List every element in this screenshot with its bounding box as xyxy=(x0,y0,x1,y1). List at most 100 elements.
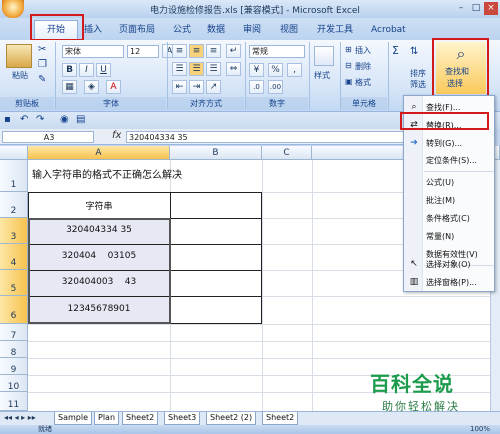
row-header-2[interactable]: 2 xyxy=(0,192,28,218)
undo-icon[interactable]: ↶ xyxy=(20,114,28,125)
increase-indent-icon[interactable]: ⇥ xyxy=(189,80,204,94)
close-button[interactable]: × xyxy=(484,2,498,15)
style-icon[interactable] xyxy=(314,46,334,66)
row-header-8[interactable]: 8 xyxy=(0,341,28,358)
sheet-tab-sheet2-copy[interactable]: Sheet2 (2) xyxy=(206,412,257,425)
menu-item-formulas[interactable]: 公式(U) xyxy=(404,173,494,192)
fx-label[interactable]: fx xyxy=(112,130,121,141)
sheet-tab-sheet2[interactable]: Sheet2 xyxy=(122,412,159,425)
currency-icon[interactable]: ¥ xyxy=(249,63,264,77)
save-icon[interactable]: ▪ xyxy=(4,114,11,125)
maximize-button[interactable]: □ xyxy=(469,2,483,15)
font-color-icon[interactable]: A xyxy=(106,80,121,94)
row-header-7[interactable]: 7 xyxy=(0,324,28,341)
borders-icon[interactable]: ▦ xyxy=(62,80,77,94)
sheet-tab-sheet2-b[interactable]: Sheet2 xyxy=(262,412,299,425)
tab-view[interactable]: 视图 xyxy=(280,22,298,38)
office-button[interactable] xyxy=(2,0,24,18)
insert-cells-button[interactable]: 插入 xyxy=(355,45,371,56)
row-header-3[interactable]: 3 xyxy=(0,218,28,244)
select-all-corner[interactable] xyxy=(0,146,28,160)
decrease-decimal-icon[interactable]: .00 xyxy=(268,80,283,94)
menu-item-replace[interactable]: ⇄ 替换(R)... xyxy=(404,116,494,135)
align-middle-icon[interactable]: ≡ xyxy=(189,44,204,58)
tab-developer[interactable]: 开发工具 xyxy=(317,22,353,38)
format-cells-icon[interactable]: ▣ xyxy=(345,77,353,86)
align-top-icon[interactable]: ≡ xyxy=(172,44,187,58)
menu-item-conditional-format[interactable]: 条件格式(C) xyxy=(404,209,494,228)
copy-icon[interactable]: ❐ xyxy=(38,59,47,70)
align-left-icon[interactable]: ☰ xyxy=(172,62,187,76)
row-header-11[interactable]: 11 xyxy=(0,392,28,411)
delete-cells-icon[interactable]: ⊟ xyxy=(345,61,352,70)
cell-a6[interactable]: 12345678901 xyxy=(28,304,170,314)
print-preview-icon[interactable]: ◉ xyxy=(60,114,69,125)
tab-review[interactable]: 审阅 xyxy=(243,22,261,38)
name-box[interactable]: A3 xyxy=(2,131,94,143)
align-center-icon[interactable]: ☰ xyxy=(189,62,204,76)
tab-page-layout[interactable]: 页面布局 xyxy=(119,22,155,38)
tab-data[interactable]: 数据 xyxy=(207,22,225,38)
align-bottom-icon[interactable]: ≡ xyxy=(206,44,221,58)
insert-cells-icon[interactable]: ⊞ xyxy=(345,45,352,54)
sort-filter-label-2[interactable]: 筛选 xyxy=(410,79,426,90)
row-header-4[interactable]: 4 xyxy=(0,244,28,270)
menu-item-find[interactable]: ⌕ 查找(F)... xyxy=(404,98,494,117)
italic-button[interactable]: I xyxy=(79,63,94,77)
row-header-5[interactable]: 5 xyxy=(0,270,28,296)
align-right-icon[interactable]: ☰ xyxy=(206,62,221,76)
cell-a2-header[interactable]: 字符串 xyxy=(28,199,170,212)
column-header-b[interactable]: B xyxy=(170,146,262,160)
sheet-nav-arrows-icon[interactable]: ◂◂ ◂ ▸ ▸▸ xyxy=(4,413,36,422)
find-select-button[interactable]: ⌕ 查找和 选择 xyxy=(436,42,486,94)
menu-item-selection-pane[interactable]: ▥ 选择窗格(P)... xyxy=(404,273,494,292)
paste-icon[interactable] xyxy=(6,44,32,68)
number-format-select[interactable]: 常规 xyxy=(249,45,305,58)
merge-center-icon[interactable]: ⇔ xyxy=(226,62,241,76)
cut-icon[interactable]: ✂ xyxy=(38,44,46,55)
column-header-a[interactable]: A xyxy=(28,146,170,160)
sheet-tab-sheet3[interactable]: Sheet3 xyxy=(164,412,201,425)
redo-icon[interactable]: ↷ xyxy=(36,114,44,125)
font-size-select[interactable]: 12 xyxy=(127,45,159,58)
row-header-9[interactable]: 9 xyxy=(0,358,28,375)
decrease-indent-icon[interactable]: ⇤ xyxy=(172,80,187,94)
comma-button[interactable]: , xyxy=(287,63,302,77)
font-name-select[interactable]: 宋体 xyxy=(62,45,124,58)
wrap-text-icon[interactable]: ↵ xyxy=(226,44,241,58)
row-header-1[interactable]: 1 xyxy=(0,160,28,192)
underline-button[interactable]: U xyxy=(96,63,111,77)
percent-button[interactable]: % xyxy=(268,63,283,77)
column-header-c[interactable]: C xyxy=(262,146,312,160)
sheet-tab-plan[interactable]: Plan xyxy=(94,412,120,425)
style-button[interactable]: 样式 xyxy=(314,70,330,81)
sort-filter-label-1[interactable]: 排序 xyxy=(410,68,426,79)
formula-input[interactable]: 320404334 35 xyxy=(126,131,408,143)
tab-home[interactable]: 开始 xyxy=(34,20,78,40)
delete-cells-button[interactable]: 删除 xyxy=(355,61,371,72)
fill-color-icon[interactable]: ◈ xyxy=(84,80,99,94)
bold-button[interactable]: B xyxy=(62,63,77,77)
menu-item-constants[interactable]: 常量(N) xyxy=(404,227,494,246)
sort-filter-icon[interactable]: ⇅ xyxy=(410,46,418,57)
cell-a5[interactable]: 320404003 43 xyxy=(28,277,170,287)
chart-icon[interactable]: ▤ xyxy=(76,114,85,125)
format-painter-icon[interactable]: ✎ xyxy=(38,74,46,85)
cell-a4[interactable]: 320404 03105 xyxy=(28,251,170,261)
menu-item-comments[interactable]: 批注(M) xyxy=(404,191,494,210)
minimize-button[interactable]: – xyxy=(454,2,468,15)
cell-a1-title[interactable]: 输入字符串的格式不正确怎么解决 xyxy=(32,166,182,181)
paste-button[interactable]: 粘贴 xyxy=(12,70,28,81)
increase-decimal-icon[interactable]: .0 xyxy=(249,80,264,94)
tab-acrobat[interactable]: Acrobat xyxy=(371,22,406,38)
menu-item-goto-special[interactable]: 定位条件(S)... xyxy=(404,151,494,170)
row-header-10[interactable]: 10 xyxy=(0,375,28,392)
cell-a3[interactable]: 320404334 35 xyxy=(28,225,170,235)
sheet-tab-sample[interactable]: Sample xyxy=(54,412,92,425)
tab-insert[interactable]: 插入 xyxy=(84,22,102,38)
row-header-6[interactable]: 6 xyxy=(0,296,28,324)
orientation-icon[interactable]: ↗ xyxy=(206,80,221,94)
tab-formulas[interactable]: 公式 xyxy=(173,22,191,38)
autosum-icon[interactable]: Σ xyxy=(392,44,399,57)
menu-item-select-objects[interactable]: ↖ 选择对象(O) xyxy=(404,255,494,274)
